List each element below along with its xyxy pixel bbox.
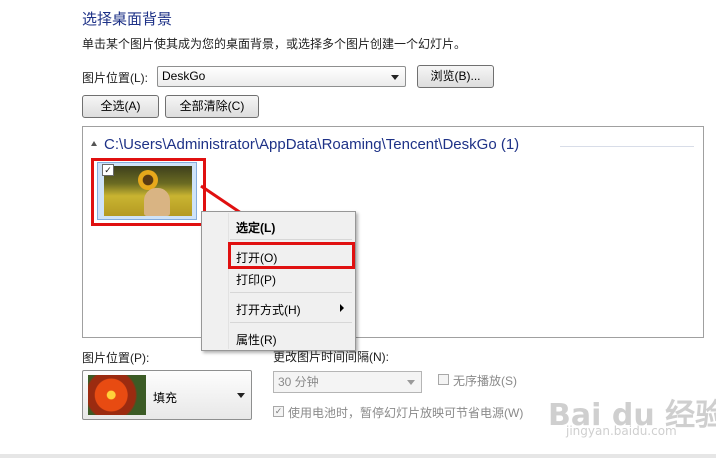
context-menu [201,211,356,351]
picture-location-value: DeskGo [162,69,206,83]
submenu-arrow-icon [340,304,344,312]
clear-all-button[interactable]: 全部清除(C) [165,95,259,118]
battery-checkbox[interactable]: ✓ [273,406,284,417]
gallery-group-header[interactable]: C:\Users\Administrator\AppData\Roaming\T… [104,136,519,153]
select-all-button[interactable]: 全选(A) [82,95,159,118]
bottom-divider [0,454,716,458]
collapse-triangle-icon[interactable] [91,141,97,146]
chevron-down-icon [407,380,415,385]
shuffle-label: 无序播放(S) [453,374,517,388]
menu-separator [230,322,352,323]
shuffle-checkbox[interactable] [438,374,449,385]
menu-item-open-with[interactable]: 打开方式(H) [236,301,301,318]
menu-item-select[interactable]: 选定(L) [236,219,275,236]
interval-label: 更改图片时间间隔(N): [273,350,389,364]
menu-separator [230,292,352,293]
menu-gutter [228,213,229,349]
page-title: 选择桌面背景 [82,11,173,28]
group-divider [560,146,694,147]
interval-select[interactable]: 30 分钟 [273,371,422,393]
menu-item-properties[interactable]: 属性(R) [236,331,277,348]
chevron-down-icon [391,75,399,80]
flower-preview-image [88,375,146,415]
page-description: 单击某个图片使其成为您的桌面背景，或选择多个图片创建一个幻灯片。 [82,37,467,51]
menu-item-print[interactable]: 打印(P) [236,271,276,288]
picture-location-label: 图片位置(L): [82,71,149,85]
watermark-url: jingyan.baidu.com [566,424,677,438]
browse-button[interactable]: 浏览(B)... [417,65,494,88]
interval-value: 30 分钟 [278,375,319,389]
highlight-thumbnail-box [91,158,206,226]
picture-position-value: 填充 [153,391,178,405]
battery-label: 使用电池时，暂停幻灯片放映可节省电源(W) [288,406,524,420]
picture-position-label: 图片位置(P): [82,351,150,365]
chevron-down-icon [237,393,245,398]
picture-location-select[interactable]: DeskGo [157,66,406,87]
highlight-open-box [228,242,355,269]
menu-separator [230,239,352,240]
